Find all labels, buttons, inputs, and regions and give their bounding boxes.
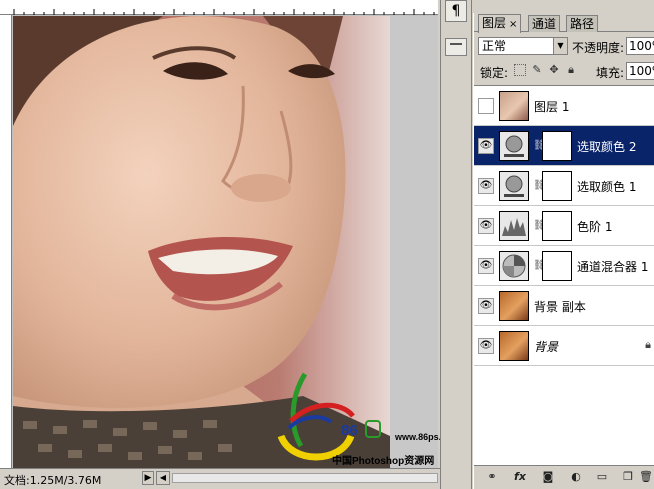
levels-histogram-icon [502,218,526,236]
layer-name: 通道混合器 1 [577,260,649,274]
selective-color-icon [504,175,524,197]
lock-position-move-icon[interactable]: ✥ [548,64,560,76]
lock-icon: 🔒︎ [645,338,651,351]
chain-link-icon[interactable]: ⛓ [533,219,546,233]
layer-row[interactable]: 图层 1 [474,86,654,126]
lock-row: 锁定: ✎ ✥ 🔒︎ 填充: 100% [474,61,654,81]
tab-layers-label: 图层 [482,16,507,30]
lock-pixels-brush-icon[interactable]: ✎ [531,64,543,76]
tab-channels-label: 通道 [532,17,557,31]
layer-name: 图层 1 [534,100,570,114]
adjustment-layer-icon [499,131,529,161]
group-icon[interactable]: ▭ [594,469,610,485]
layer-row[interactable]: 👁︎ ⛓ 选取颜色 2 [474,126,654,166]
watermark-logo: 86 [271,366,390,466]
eye-icon[interactable]: 👁︎ [478,178,494,194]
link-icon[interactable]: ⚭ [484,469,500,485]
dock-palette-button[interactable] [445,38,467,56]
canvas-pasteboard [390,16,438,468]
blend-mode-row: 正常 ▼ 不透明度: 100% [474,35,654,57]
layer-row[interactable]: 👁︎ 背景 🔒︎ [474,326,654,366]
chain-link-icon[interactable]: ⛓ [533,179,546,193]
document-canvas-area[interactable]: 86 www.86ps.com [0,0,438,468]
eye-icon[interactable]: 👁︎ [478,138,494,154]
layers-panel-footer: ⚭ fx ◙ ◐ ▭ ❐ 🗑︎ [474,465,654,489]
new-layer-icon[interactable]: ❐ [620,469,636,485]
layer-row[interactable]: 👁︎ ⛓ 通道混合器 1 [474,246,654,286]
eye-icon[interactable]: 👁︎ [478,218,494,234]
layers-list: 图层 1 👁︎ ⛓ 选取颜色 2 👁︎ ⛓ 选取颜色 1 👁︎ ⛓ 色阶 1 👁… [474,85,654,465]
lock-transparency-icon[interactable] [514,64,526,76]
palette-grip-icon [450,43,462,45]
status-menu-arrow-icon[interactable]: ▶ [142,471,154,485]
eye-icon[interactable]: 👁︎ [478,258,494,274]
eye-icon[interactable]: 👁︎ [478,298,494,314]
layer-name: 选取颜色 1 [577,180,637,194]
layer-mask-thumbnail[interactable] [542,211,572,241]
layer-name: 选取颜色 2 [577,140,637,154]
fill-label: 填充: [596,66,625,80]
adjustment-layer-icon [499,251,529,281]
layer-name: 色阶 1 [577,220,613,234]
visibility-toggle[interactable] [478,98,494,114]
ruler-ticks [13,9,435,15]
layer-thumbnail [499,291,529,321]
layer-row[interactable]: 👁︎ 背景 副本 [474,286,654,326]
layer-name: 背景 副本 [534,300,586,314]
blend-mode-value: 正常 [482,39,507,53]
layer-row[interactable]: 👁︎ ⛓ 选取颜色 1 [474,166,654,206]
trash-icon[interactable]: 🗑︎ [638,469,654,485]
opacity-input[interactable]: 100% [626,37,654,55]
lock-label: 锁定: [480,66,509,80]
eye-icon[interactable]: 👁︎ [478,338,494,354]
tab-channels[interactable]: 通道 [528,15,561,32]
adjustment-layer-icon [499,171,529,201]
blend-mode-select[interactable]: 正常 ▼ [478,37,568,55]
horizontal-scrollbar[interactable] [172,473,438,483]
portrait-photo: 86 www.86ps.com [13,16,390,468]
lock-all-icon[interactable]: 🔒︎ [565,64,577,76]
watermark-number: 86 [341,422,358,439]
scroll-left-icon[interactable]: ◀ [156,471,170,485]
close-icon[interactable]: × [509,19,517,30]
vertical-ruler[interactable] [0,15,12,468]
opacity-label: 不透明度: [572,41,625,55]
selective-color-icon [504,135,524,157]
layer-thumbnail [499,91,529,121]
paragraph-icon: ¶ [451,3,461,19]
layer-mask-thumbnail[interactable] [542,171,572,201]
layer-row[interactable]: 👁︎ ⛓ 色阶 1 [474,206,654,246]
tab-paths-label: 路径 [570,17,595,31]
watermark-ps-icon [365,420,381,438]
watermark-swirl-icon [277,372,355,461]
chain-link-icon[interactable]: ⛓ [533,139,546,153]
chain-link-icon[interactable]: ⛓ [533,259,546,273]
layers-panel: 图层× 通道 路径 正常 ▼ 不透明度: 100% 锁定: ✎ ✥ 🔒︎ 填充:… [473,13,654,489]
panel-tab-row: 图层 × 通道 路径 [474,13,654,33]
horizontal-ruler[interactable] [0,0,438,15]
layer-mask-thumbnail[interactable] [542,251,572,281]
document-status-bar: 文档:1.25M/3.76M ▶ ◀ [0,468,470,489]
mask-icon[interactable]: ◙ [540,469,556,485]
fill-input[interactable]: 100% [626,62,654,80]
chevron-down-icon[interactable]: ▼ [553,38,567,54]
palette-dock: ¶ [440,0,472,489]
layer-thumbnail [499,331,529,361]
layer-mask-thumbnail[interactable] [542,131,572,161]
layer-name: 背景 [534,340,559,354]
adjustment-layer-icon [499,211,529,241]
tab-paths[interactable]: 路径 [566,15,599,32]
document-size-info: 文档:1.25M/3.76M [4,474,102,487]
watermark-site-name: 中国Photoshop资源网 [332,456,435,467]
adjustment-icon[interactable]: ◐ [568,469,584,485]
paragraph-palette-button[interactable]: ¶ [445,0,467,22]
channel-mixer-icon [502,254,526,278]
fx-icon[interactable]: fx [512,469,528,485]
tab-layers[interactable]: 图层 × [478,14,522,33]
